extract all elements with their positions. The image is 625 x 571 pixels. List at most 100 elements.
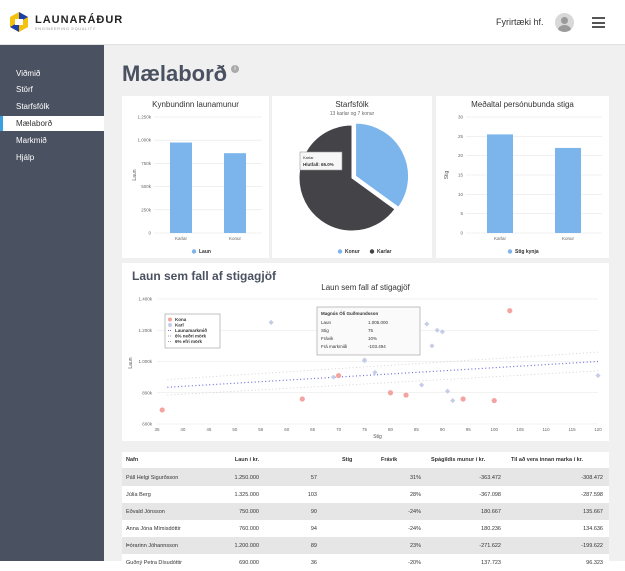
data-point-karl	[330, 374, 336, 380]
table-row[interactable]: Eðvald Jónsson 750.000 90 -24% 180.667 135.66…	[122, 503, 609, 520]
tooltip-key: Frá markmiði	[321, 343, 347, 349]
table-row[interactable]: Júlía Berg 1.325.000 103 28% -367.098 -287.59…	[122, 486, 609, 503]
cell-points: 36	[310, 559, 317, 566]
cell-points: 90	[310, 508, 317, 515]
data-point-karl	[424, 321, 430, 327]
cell-predicted-diff: 180.236	[481, 525, 501, 532]
y-axis-label: Stig	[444, 170, 450, 179]
cell-salary: 1.250.000	[234, 474, 259, 481]
hamburger-menu-icon[interactable]	[592, 17, 605, 28]
cell-points: 89	[310, 542, 317, 549]
tooltip-value: -103.494	[368, 344, 386, 349]
y-tick-label: 15	[458, 173, 464, 178]
y-tick-label: 1.000k	[138, 359, 152, 364]
column-header-predicted-diff[interactable]: Spágildis munur í kr.	[431, 457, 485, 463]
y-tick-label: 20	[458, 153, 464, 158]
cell-salary: 750.000	[239, 508, 259, 515]
bar-karlar	[170, 142, 192, 233]
table-row[interactable]: Guðný Petra Dísudóttir 690.000 36 -20% 137.7…	[122, 554, 609, 571]
cell-to-target: -199.622	[581, 542, 603, 549]
sidebar-item-starfsfolk[interactable]: Starfsfólk	[0, 99, 104, 114]
logo[interactable]: LAUNARÁÐUR ENGINEERING EQUALITY	[8, 11, 123, 33]
data-point-kona	[335, 372, 342, 379]
data-point-kona	[403, 392, 409, 398]
avatar[interactable]	[555, 13, 574, 32]
data-point-karl	[419, 382, 425, 388]
cell-points: 57	[310, 474, 317, 481]
x-tick-label: 90	[440, 427, 446, 432]
column-header-deviation[interactable]: Frávik	[381, 457, 397, 463]
cell-predicted-diff: -363.472	[479, 474, 501, 481]
sidebar: Viðmið Störf Starfsfólk Mælaborð Markmið…	[0, 45, 104, 561]
sidebar-item-markmid[interactable]: Markmið	[0, 133, 104, 148]
data-point-karl	[595, 373, 601, 379]
data-point-kona	[387, 390, 394, 396]
cell-to-target: 96.323	[586, 559, 603, 566]
pie-tooltip-value: Hlutfall: 65.0%	[303, 162, 334, 167]
column-header-points[interactable]: Stig	[342, 457, 352, 463]
gender-pay-gap-card: Kynbundinn launamunur 0 250k 500k 750k 1.000…	[122, 96, 269, 258]
y-tick-label: 1.250k	[137, 115, 151, 120]
y-tick-label: 30	[458, 115, 464, 120]
staff-card: Starfsfólk 13 karlar og 7 konur Karlar Hl…	[272, 96, 432, 258]
y-tick-label: 600k	[142, 422, 153, 427]
cell-predicted-diff: -367.098	[479, 491, 501, 498]
y-tick-label: 25	[458, 134, 464, 139]
data-point-karl	[434, 327, 440, 333]
legend-label: Kona	[175, 317, 187, 322]
y-tick-label: 500k	[141, 184, 152, 189]
x-tick-label: 65	[310, 427, 316, 432]
gender-pay-gap-chart: 0 250k 500k 750k 1.000k 1.250k Laun Karlar Konur…	[132, 115, 262, 255]
y-tick-label: 800k	[142, 390, 153, 395]
table-header-row: Nafn Laun í kr. Stig Frávik Spágildis mu…	[122, 452, 609, 469]
cell-predicted-diff: 137.723	[481, 559, 501, 566]
y-axis-label: Laun	[128, 357, 134, 368]
y-tick-label: 1.400k	[138, 297, 152, 302]
cell-deviation: 23%	[409, 542, 421, 549]
cell-deviation: -24%	[408, 525, 421, 532]
cell-salary: 690.000	[239, 559, 259, 566]
cell-name: Páll Helgi Sigurðsson	[126, 474, 179, 481]
average-points-chart: 0 5 10 15 20 25 30 Stig Karlar Konur Stig kynja	[444, 115, 602, 255]
column-header-salary[interactable]: Laun í kr.	[235, 457, 259, 463]
x-axis-label: Stig	[373, 434, 382, 440]
data-point-karl	[372, 369, 378, 375]
table-row[interactable]: Þórarinn Jóhannsson 1.200.000 89 23% -271.62…	[122, 537, 609, 554]
cell-to-target: 135.667	[583, 508, 603, 515]
average-points-card: Meðaltal persónubunda stiga 0 5 10 15 20 25 30…	[436, 96, 609, 258]
info-icon[interactable]: i	[231, 65, 239, 73]
x-tick-label: 55	[258, 427, 264, 432]
cell-predicted-diff: -271.622	[479, 542, 501, 549]
tooltip-value: 10%	[368, 336, 377, 341]
cell-name: Júlía Berg	[126, 491, 151, 498]
company-name[interactable]: Fyrirtæki hf.	[496, 17, 544, 27]
data-point-karl	[268, 319, 274, 325]
table-row[interactable]: Páll Helgi Sigurðsson 1.250.000 57 31% -363.…	[122, 469, 609, 486]
sidebar-item-hjalp[interactable]: Hjálp	[0, 150, 104, 165]
x-tick-label: 50	[232, 427, 238, 432]
column-header-to-target[interactable]: Til að vera innan marka í kr.	[511, 457, 583, 463]
legend-marker-konur	[337, 249, 343, 254]
data-point-kona	[507, 308, 513, 314]
column-header-name[interactable]: Nafn	[126, 457, 138, 463]
sidebar-item-storf[interactable]: Störf	[0, 82, 104, 97]
scatter-card: Laun sem fall af stigagjöf Laun sem fall…	[122, 263, 609, 441]
tooltip-key: Stig	[321, 328, 329, 333]
sidebar-item-vidmid[interactable]: Viðmið	[0, 66, 104, 81]
scatter-chart: 600k 800k 1.000k 1.200k 1.400k 35 40 45 50 55 60 65…	[128, 297, 602, 441]
cell-name: Guðný Petra Dísudóttir	[126, 559, 182, 566]
data-point-kona	[460, 396, 466, 402]
cell-deviation: -24%	[408, 508, 421, 515]
cell-name: Þórarinn Jóhannsson	[126, 542, 178, 549]
tooltip-key: Laun	[321, 320, 332, 325]
cell-to-target: -308.472	[581, 474, 603, 481]
cell-deviation: 28%	[409, 491, 421, 498]
sidebar-item-maelabord[interactable]: Mælaborð	[0, 116, 104, 131]
x-tick-label: Karlar	[494, 236, 507, 241]
bar-konur	[224, 153, 246, 233]
x-tick-label: 80	[388, 427, 394, 432]
table-row[interactable]: Anna Jóna Mímisdóttir 760.000 94 -24% 180.23…	[122, 520, 609, 537]
cell-deviation: -20%	[408, 559, 421, 566]
y-tick-label: 1.000k	[137, 138, 151, 143]
legend-label: 6% efri mörk	[175, 339, 203, 344]
